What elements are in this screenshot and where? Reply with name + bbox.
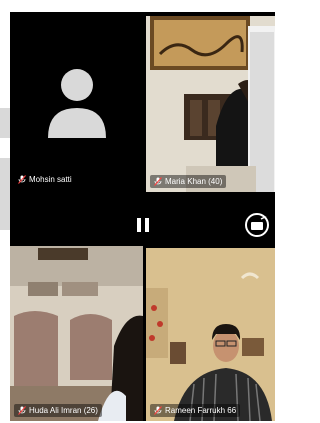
pause-icon xyxy=(137,218,149,232)
participant-tile-maria[interactable]: Maria Khan (40) xyxy=(146,16,275,192)
video-call-grid: Mohsin satti Maria Khan (40) Huda Ali Im… xyxy=(10,12,275,421)
mic-muted-icon xyxy=(18,406,26,415)
rotate-camera-icon xyxy=(245,213,269,237)
participant-name-tag: Rameen Farrukh 66 xyxy=(150,404,241,417)
mic-muted-icon xyxy=(154,406,162,415)
participant-name: Mohsin satti xyxy=(29,175,72,184)
pause-button[interactable] xyxy=(136,216,150,234)
participant-tile-huda[interactable]: Huda Ali Imran (26) xyxy=(10,246,143,421)
left-edge-handle-bottom[interactable] xyxy=(0,158,10,230)
participant-name-tag: Maria Khan (40) xyxy=(150,175,227,188)
participant-video xyxy=(146,16,275,192)
participant-name: Maria Khan (40) xyxy=(165,177,223,186)
person-silhouette-icon xyxy=(48,69,106,138)
participant-name: Huda Ali Imran (26) xyxy=(29,406,98,415)
participant-tile-mohsin[interactable]: Mohsin satti xyxy=(10,12,144,190)
participant-video xyxy=(146,248,275,421)
mic-muted-icon xyxy=(18,175,26,184)
participant-tile-rameen[interactable]: Rameen Farrukh 66 xyxy=(146,248,275,421)
mic-muted-icon xyxy=(154,177,162,186)
left-edge-handle-top[interactable] xyxy=(0,108,10,138)
participant-name-tag: Mohsin satti xyxy=(14,173,76,186)
participant-name: Rameen Farrukh 66 xyxy=(165,406,237,415)
participant-name-tag: Huda Ali Imran (26) xyxy=(14,404,102,417)
rotate-camera-button[interactable] xyxy=(244,212,270,238)
participant-video xyxy=(10,246,143,421)
